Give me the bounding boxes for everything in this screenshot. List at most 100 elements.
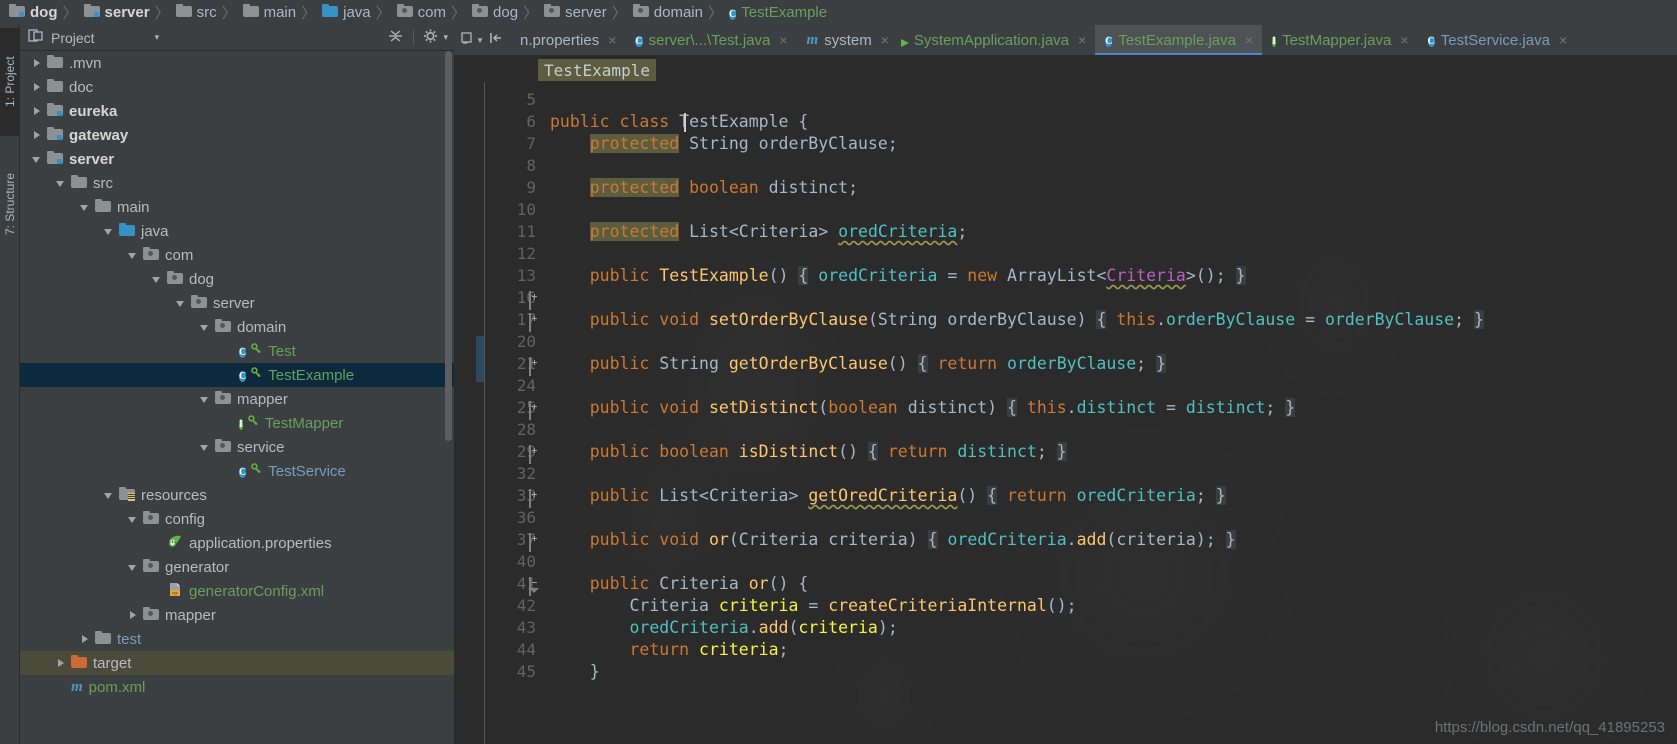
chevron-down-icon[interactable] [32,154,43,165]
chevron-right-icon[interactable] [32,106,43,117]
tree-item-main[interactable]: main [20,195,454,219]
fold-marker-plus[interactable] [529,357,540,376]
breadcrumb-item-dog[interactable]: dog [6,0,60,25]
fold-marker-plus[interactable] [529,291,540,310]
breadcrumb-item-server[interactable]: server [541,0,609,25]
chevron-down-icon[interactable] [200,322,211,333]
fold-marker-plus[interactable] [529,313,540,332]
editor-tab-systemapplication-java[interactable]: SystemApplication.java × [897,25,1096,55]
gear-icon[interactable] [423,28,440,47]
project-tree-scrollbar[interactable] [445,51,452,441]
close-icon[interactable]: × [1245,32,1253,48]
tree-item-test[interactable]: test [20,627,454,651]
tree-item-label: main [117,198,150,216]
chevron-down-icon[interactable] [104,226,115,237]
tree-item-application-properties[interactable]: application.properties [20,531,454,555]
close-icon[interactable]: × [1559,32,1567,48]
breadcrumb-item-server[interactable]: server [81,0,152,25]
project-tree[interactable]: .mvn doc eureka gateway server src main java com… [20,51,454,744]
tree-item-test[interactable]: C Test [20,339,454,363]
tree-item--mvn[interactable]: .mvn [20,51,454,75]
close-icon[interactable]: × [779,32,787,48]
maven-icon: m [71,679,83,695]
chevron-down-icon[interactable] [128,250,139,261]
tree-item-config[interactable]: config [20,507,454,531]
tree-item-com[interactable]: com [20,243,454,267]
chevron-right-icon[interactable] [32,82,43,93]
tree-item-mapper[interactable]: mapper [20,387,454,411]
breadcrumb-item-dog[interactable]: dog [469,0,520,25]
editor-gutter[interactable]: 5 6 7 8 9 10 11 12 13 16 17 20 21 24 25 28 29 32 33 36 37 40 4… [454,82,550,744]
editor-tab-testexample-java[interactable]: C TestExample.java × [1095,25,1263,55]
close-icon[interactable]: × [1078,32,1086,48]
code-method: isDistinct [738,442,839,461]
close-icon[interactable]: × [1400,32,1408,48]
editor-tab-testmapper-java[interactable]: I TestMapper.java × [1262,25,1418,55]
chevron-down-icon[interactable] [128,514,139,525]
editor-tab-system[interactable]: m system × [796,25,898,55]
gear-dropdown-arrow[interactable]: ▾ [443,32,448,43]
tree-item-dog[interactable]: dog [20,267,454,291]
tool-button-structure[interactable]: 7: Structure [0,145,20,263]
breadcrumb-item-com[interactable]: com [394,0,448,25]
tab-list-dropdown-arrow[interactable]: ▾ [478,35,483,46]
tab-list-icon[interactable] [461,31,475,50]
tree-item-testexample[interactable]: C TestExample [20,363,454,387]
fold-marker-plus[interactable] [529,401,540,420]
tree-item-server[interactable]: server [20,147,454,171]
tree-item-service[interactable]: service [20,435,454,459]
chevron-down-icon[interactable] [200,394,211,405]
fold-marker-plus[interactable] [529,489,540,508]
tree-item-testservice[interactable]: C TestService [20,459,454,483]
tree-item-generator[interactable]: generator [20,555,454,579]
chevron-down-icon[interactable] [152,274,163,285]
breadcrumb-item-domain[interactable]: domain [630,0,705,25]
chevron-down-icon[interactable]: ▾ [155,32,160,43]
chevron-down-icon[interactable] [200,442,211,453]
code-editor[interactable]: TestExample 5 6 7 8 9 10 11 12 13 16 17 20 21 24 25 28 2… [454,55,1677,744]
tree-item-java[interactable]: java [20,219,454,243]
tool-button-project[interactable]: 1: Project [0,28,20,136]
tree-item-server[interactable]: server [20,291,454,315]
tree-item-doc[interactable]: doc [20,75,454,99]
tree-item-generatorconfig-xml[interactable]: <> generatorConfig.xml [20,579,454,603]
close-icon[interactable]: × [881,32,889,48]
chevron-right-icon[interactable] [32,58,43,69]
breadcrumb-item-src[interactable]: src [173,0,219,25]
chevron-down-icon[interactable] [104,490,115,501]
collapse-all-icon[interactable] [387,28,404,47]
tree-item-src[interactable]: src [20,171,454,195]
chevron-down-icon[interactable] [128,562,139,573]
chevron-down-icon[interactable] [80,202,91,213]
tree-item-resources[interactable]: resources [20,483,454,507]
tree-item-eureka[interactable]: eureka [20,99,454,123]
breadcrumb-item-java[interactable]: java [319,0,373,25]
line-number: 40 [516,552,536,571]
chevron-right-icon[interactable] [80,634,91,645]
fold-marker-plus[interactable] [529,533,540,552]
fold-marker-minus[interactable] [529,577,540,596]
breadcrumb-item-main[interactable]: main [240,0,299,25]
editor-tab-testservice-java[interactable]: C TestService.java × [1417,25,1577,55]
close-icon[interactable]: × [608,32,616,48]
breadcrumb-testexample[interactable]: TestExample [538,59,656,81]
chevron-down-icon[interactable] [176,298,187,309]
editor-tab-server-test-java[interactable]: Cserver\...\Test.java × [625,25,797,55]
tree-item-target[interactable]: target [20,651,454,675]
tree-item-gateway[interactable]: gateway [20,123,454,147]
structure-tab-label: 7: Structure [3,172,17,236]
tree-item-pom-xml[interactable]: m pom.xml [20,675,454,699]
fold-marker-plus[interactable] [529,445,540,464]
chevron-right-icon[interactable] [32,130,43,141]
tree-item-mapper[interactable]: mapper [20,603,454,627]
code-text-area[interactable]: public class TestExample { protected Str… [550,82,1677,744]
pin-tab-icon[interactable] [489,31,503,50]
breadcrumb-item-testexample[interactable]: C TestExample [726,0,829,25]
editor-tab-n-properties[interactable]: n.properties × [510,25,626,55]
tree-item-testmapper[interactable]: I TestMapper [20,411,454,435]
chevron-right-icon[interactable] [128,610,139,621]
code-brace: } [1156,354,1166,373]
chevron-right-icon[interactable] [56,658,67,669]
chevron-down-icon[interactable] [56,178,67,189]
tree-item-domain[interactable]: domain [20,315,454,339]
